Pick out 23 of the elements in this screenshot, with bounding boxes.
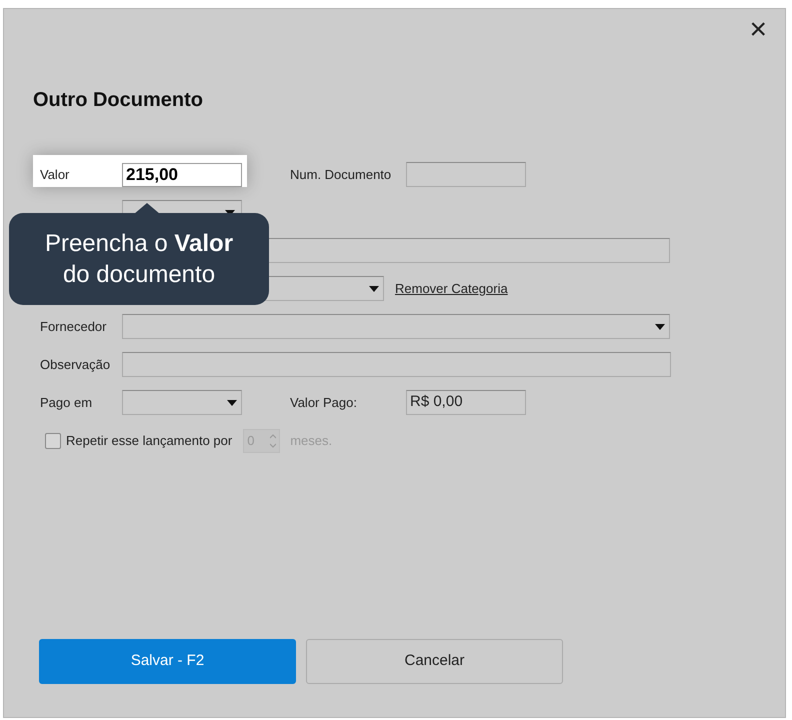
field-label: Num. Documento <box>290 166 392 184</box>
valor-pago-input[interactable]: R$ 0,00 <box>406 390 526 415</box>
dropdown-caret-icon <box>227 400 237 406</box>
checkbox-label: Repetir esse lançamento por <box>66 432 232 450</box>
fornecedor-dropdown[interactable] <box>122 314 670 339</box>
field-label: Valor <box>40 166 70 184</box>
dropdown-caret-icon <box>655 324 665 330</box>
remover-categoria-link[interactable]: Remover Categoria <box>395 278 508 298</box>
tooltip-text: Preencha o Valor do documento <box>44 229 234 290</box>
pago-em-dropdown[interactable] <box>122 390 242 415</box>
save-button[interactable]: Salvar - F2 <box>39 639 296 684</box>
field-label: Valor Pago: <box>290 394 358 412</box>
dialog-title: Outro Documento <box>33 88 204 113</box>
close-button[interactable]: × <box>749 15 767 45</box>
observacao-input[interactable] <box>122 352 671 377</box>
valor-input[interactable]: 215,00 <box>122 162 242 186</box>
cancel-button[interactable]: Cancelar <box>306 639 563 684</box>
checkbox[interactable] <box>45 432 61 448</box>
dropdown-caret-icon <box>369 286 379 292</box>
field-label: Pago em <box>40 394 94 412</box>
num-documento-input[interactable] <box>406 162 526 187</box>
field-label: Fornecedor <box>40 318 108 336</box>
field-label: Observação <box>40 356 112 374</box>
